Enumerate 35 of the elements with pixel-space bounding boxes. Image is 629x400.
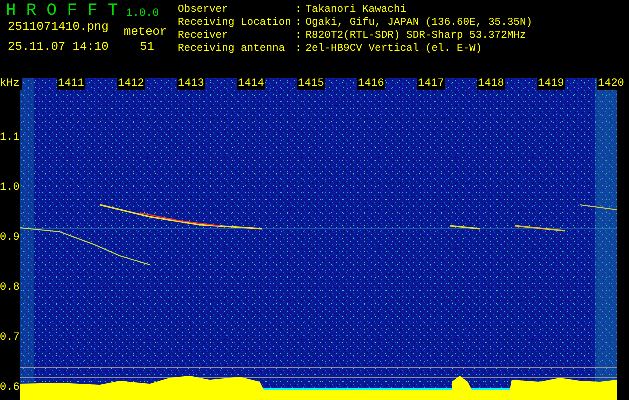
time-label: 1412 [117, 78, 146, 90]
time-label: 1414 [237, 78, 266, 90]
time-label: 1417 [417, 78, 446, 90]
axis-unit: kHz [0, 78, 22, 90]
meteor-label: meteor [124, 25, 168, 39]
separator: : [295, 4, 302, 17]
time-label: 1415 [297, 78, 326, 90]
frequency-label: 0.9 [0, 232, 20, 244]
time-label: 1411 [57, 78, 86, 90]
info-value: 2el-HB9CV Vertical (el. E-W) [306, 43, 484, 56]
time-label: 1418 [477, 78, 506, 90]
info-label: Receiving Location [178, 17, 292, 30]
time-label: 1413 [177, 78, 206, 90]
info-label: Observer [178, 4, 230, 17]
app-version: 1.0.0 [126, 7, 160, 22]
timestamp: 25.11.07 14:10 [8, 40, 109, 54]
info-value: R820T2(RTL-SDR) SDR-Sharp 53.372MHz [306, 30, 528, 43]
time-label: 1420 [597, 78, 626, 90]
frequency-label: 1.1 [0, 132, 20, 144]
info-label: Receiver [178, 30, 230, 43]
separator: : [295, 30, 302, 43]
info-value: Ogaki, Gifu, JAPAN (136.60E, 35.35N) [306, 17, 533, 30]
frequency-label: 0.7 [0, 332, 20, 344]
time-label: 1419 [537, 78, 566, 90]
frequency-label: 0.6 [0, 382, 20, 394]
separator: : [295, 43, 302, 56]
frequency-label: 0.8 [0, 282, 20, 294]
separator: : [295, 17, 302, 30]
app-title: H R O F F T [6, 2, 118, 22]
meteor-count: 51 [140, 40, 154, 54]
file-name: 2511071410.png [8, 20, 109, 34]
time-label: 1416 [357, 78, 386, 90]
info-label: Receiving antenna [178, 43, 286, 56]
info-value: Takanori Kawachi [306, 4, 408, 17]
frequency-label: 1.0 [0, 182, 20, 194]
